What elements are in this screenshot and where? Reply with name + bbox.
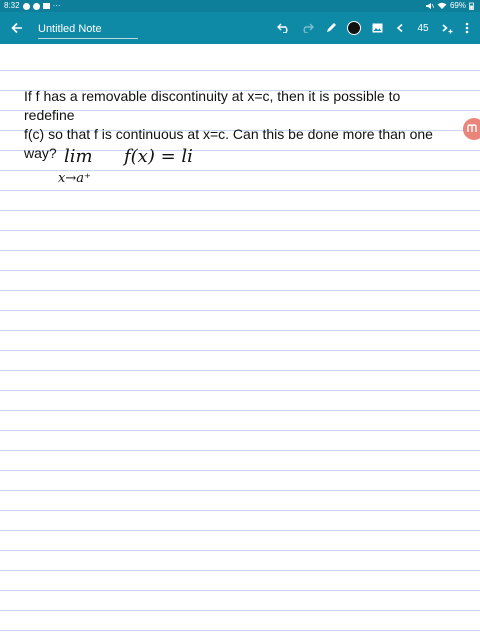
status-right: 69% — [425, 0, 474, 12]
undo-icon — [277, 23, 288, 33]
battery-icon — [469, 2, 474, 10]
back-button[interactable] — [6, 12, 28, 44]
handwritten-lim: lim — [64, 146, 93, 167]
more-notifications-icon: ··· — [52, 1, 61, 10]
handwriting-layer: lim x→a⁺ f(x) = li — [58, 146, 193, 186]
notification-icon — [32, 2, 40, 10]
add-page-icon — [442, 24, 453, 34]
color-picker-button[interactable] — [343, 12, 365, 44]
handwritten-expression: f(x) = li — [122, 146, 193, 167]
previous-page-button[interactable] — [389, 12, 411, 44]
back-arrow-icon — [11, 22, 22, 34]
page-number: 45 — [417, 22, 429, 34]
notification-icon — [22, 2, 30, 10]
color-swatch — [347, 21, 361, 35]
more-options-button[interactable] — [456, 12, 478, 44]
redo-button[interactable] — [296, 12, 318, 44]
undo-button[interactable] — [273, 12, 295, 44]
mute-icon — [425, 3, 434, 9]
note-title-field[interactable] — [38, 20, 138, 39]
pen-icon — [327, 23, 336, 32]
app-toolbar: 45 — [0, 12, 480, 44]
more-vertical-icon — [465, 22, 469, 34]
status-left: 8:32 ··· — [4, 0, 61, 12]
pen-tool-button[interactable] — [320, 12, 342, 44]
status-bar: 8:32 ··· 69% — [0, 0, 480, 12]
chevron-left-icon — [396, 23, 403, 33]
handwritten-subscript: x→a⁺ — [58, 171, 91, 186]
insert-image-button[interactable] — [366, 12, 388, 44]
assistant-logo-icon — [467, 124, 477, 132]
clock: 8:32 — [4, 1, 20, 10]
redo-icon — [303, 23, 314, 33]
battery-level: 69% — [449, 1, 466, 10]
wifi-icon — [437, 2, 447, 9]
image-icon — [372, 23, 382, 33]
gallery-icon — [42, 3, 50, 9]
next-page-button[interactable] — [436, 12, 458, 44]
